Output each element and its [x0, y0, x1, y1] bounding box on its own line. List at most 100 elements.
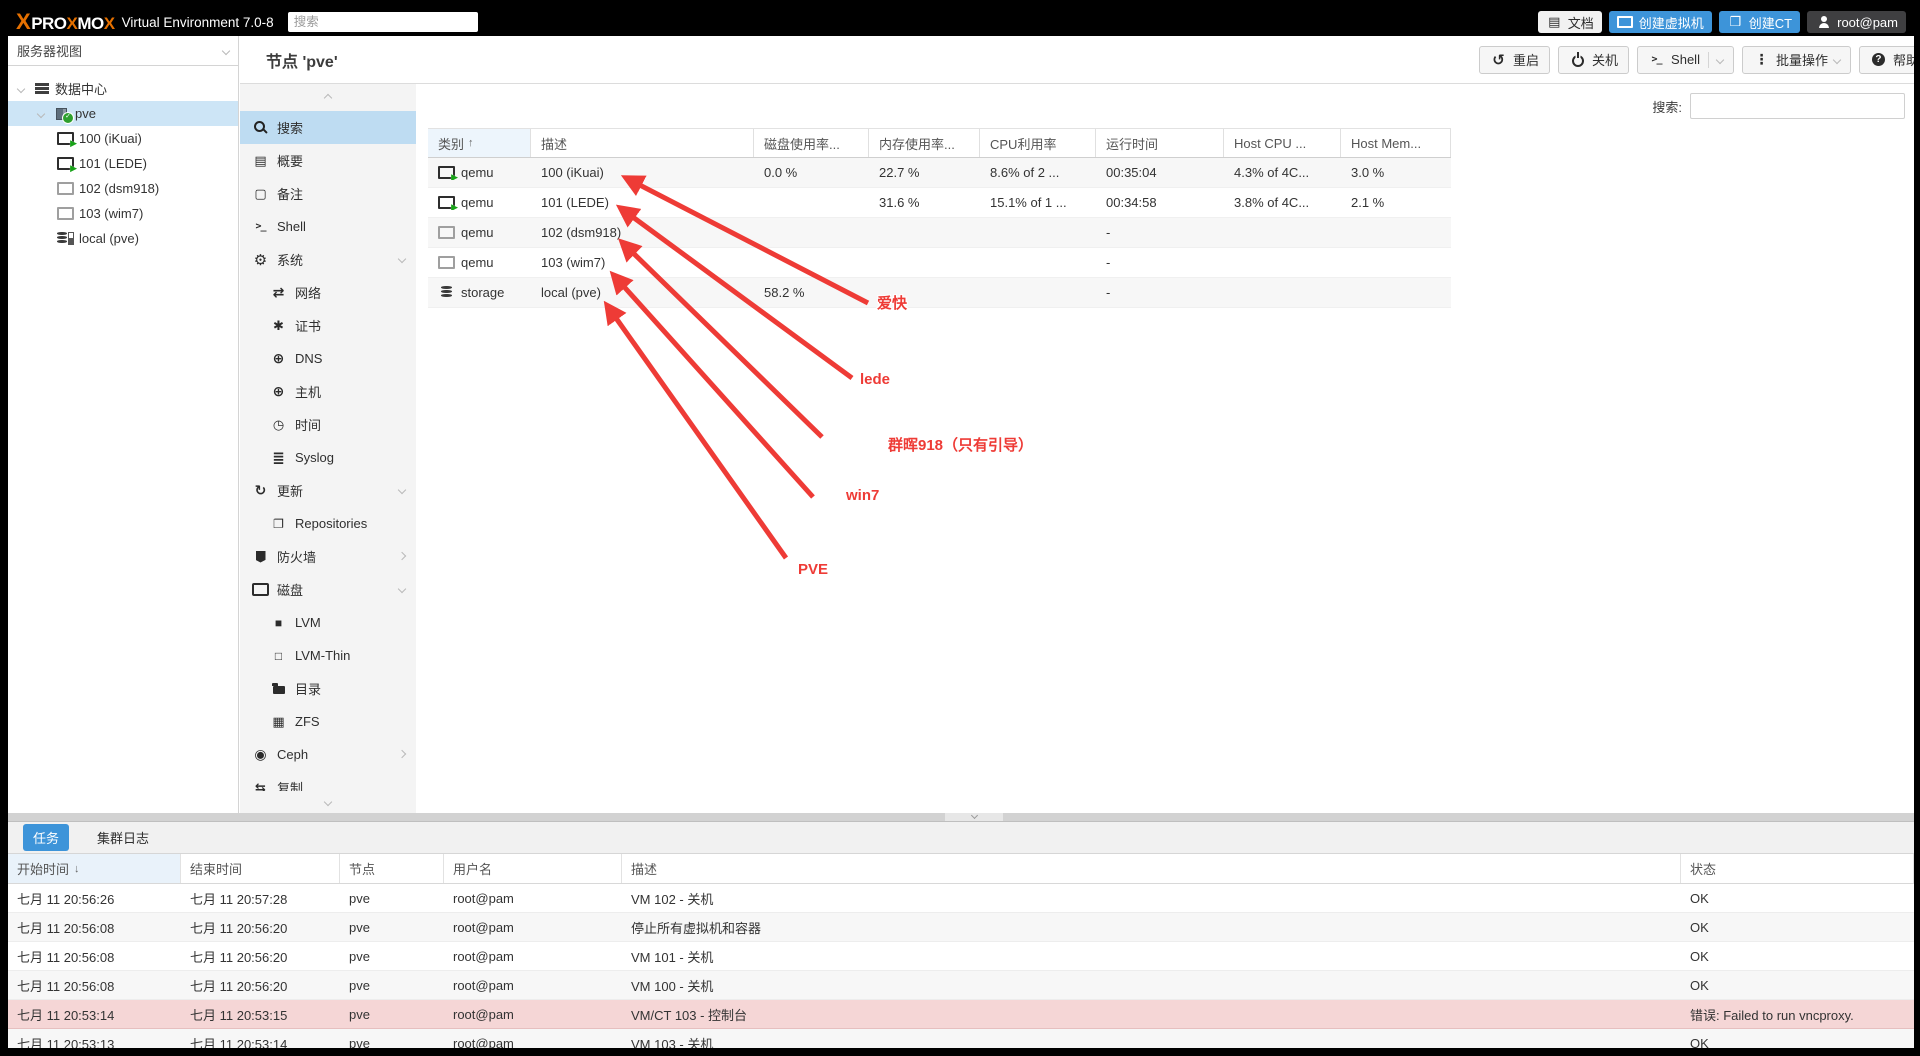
- nav-item-zfs[interactable]: ZFS: [240, 705, 416, 738]
- nav-item-time[interactable]: 时间: [240, 408, 416, 441]
- ceph-icon: [252, 747, 269, 762]
- tree-item-datacenter[interactable]: 数据中心: [8, 76, 238, 101]
- column-header-description[interactable]: 描述: [531, 129, 754, 157]
- globe-icon: [270, 384, 287, 399]
- create-vm-button[interactable]: 创建虚拟机: [1609, 11, 1712, 33]
- create-ct-button[interactable]: 创建CT: [1719, 11, 1800, 33]
- tab-tasks[interactable]: 任务: [23, 824, 69, 851]
- tree-item-vm-101[interactable]: 101 (LEDE): [8, 151, 238, 176]
- user-menu-button[interactable]: root@pam: [1807, 11, 1906, 33]
- column-header-description[interactable]: 描述: [622, 854, 1681, 883]
- table-row-vm-102[interactable]: qemu 102 (dsm918) -: [428, 218, 1451, 248]
- square-filled-icon: [270, 615, 287, 630]
- nav-item-search[interactable]: 搜索: [240, 111, 416, 144]
- datacenter-icon: [33, 81, 50, 96]
- panel-title-bar: 节点 'pve' 重启 关机 Shell 批量操: [240, 36, 1914, 84]
- vm-stopped-icon: [438, 225, 455, 240]
- tree-item-vm-103[interactable]: 103 (wim7): [8, 201, 238, 226]
- certificate-icon: [270, 318, 287, 333]
- task-row[interactable]: 七月 11 20:53:13七月 11 20:53:14pveroot@pamV…: [8, 1029, 1914, 1048]
- folder-icon: [270, 681, 287, 696]
- nav-item-lvm[interactable]: LVM: [240, 606, 416, 639]
- cube-icon: [1727, 15, 1744, 30]
- search-results-area: 搜索: 类别↑ 描述 磁盘使用率... 内存使用率... CPU利用率 运行时间…: [416, 84, 1914, 813]
- shutdown-button[interactable]: 关机: [1558, 46, 1629, 74]
- nav-item-disks[interactable]: 磁盘: [240, 573, 416, 606]
- search-icon: [252, 120, 269, 135]
- task-table-header: 开始时间↓ 结束时间 节点 用户名 描述 状态: [8, 854, 1914, 884]
- column-header-host-cpu[interactable]: Host CPU ...: [1224, 129, 1341, 157]
- splitter-collapse-handle[interactable]: [945, 813, 1003, 821]
- bulk-actions-button[interactable]: 批量操作: [1742, 46, 1851, 74]
- task-row[interactable]: 七月 11 20:56:08七月 11 20:56:20pveroot@pam停…: [8, 913, 1914, 942]
- tree-item-storage-local[interactable]: local (pve): [8, 226, 238, 251]
- view-selector[interactable]: 服务器视图: [8, 36, 238, 66]
- nav-item-syslog[interactable]: Syslog: [240, 441, 416, 474]
- chevron-down-icon[interactable]: [37, 109, 45, 117]
- nav-item-hosts[interactable]: 主机: [240, 375, 416, 408]
- nav-item-notes[interactable]: 备注: [240, 177, 416, 210]
- results-table-header: 类别↑ 描述 磁盘使用率... 内存使用率... CPU利用率 运行时间 Hos…: [428, 128, 1451, 158]
- column-header-status[interactable]: 状态: [1681, 854, 1914, 883]
- column-header-host-mem[interactable]: Host Mem...: [1341, 129, 1451, 157]
- column-header-uptime[interactable]: 运行时间: [1096, 129, 1224, 157]
- resource-tree: 数据中心 pve 100 (iKuai) 101 (LEDE) 102 (dsm…: [8, 66, 238, 251]
- task-row[interactable]: 七月 11 20:56:08七月 11 20:56:20pveroot@pamV…: [8, 942, 1914, 971]
- column-header-end-time[interactable]: 结束时间: [181, 854, 340, 883]
- note-icon: [252, 186, 269, 201]
- shield-icon: [252, 549, 269, 564]
- nav-item-shell[interactable]: Shell: [240, 210, 416, 243]
- tree-item-node-pve[interactable]: pve: [8, 101, 238, 126]
- shell-button[interactable]: Shell: [1637, 46, 1734, 74]
- column-header-type[interactable]: 类别↑: [428, 129, 531, 157]
- nav-item-dns[interactable]: DNS: [240, 342, 416, 375]
- restart-button[interactable]: 重启: [1479, 46, 1550, 74]
- nav-item-updates[interactable]: 更新: [240, 474, 416, 507]
- column-header-node[interactable]: 节点: [340, 854, 444, 883]
- nav-item-summary[interactable]: 概要: [240, 144, 416, 177]
- app-window: XPROXMOX Virtual Environment 7.0-8 文档 创建…: [8, 8, 1914, 1048]
- version-subtitle: Virtual Environment 7.0-8: [122, 15, 274, 30]
- chevron-down-icon[interactable]: [17, 84, 25, 92]
- nav-item-lvm-thin[interactable]: LVM-Thin: [240, 639, 416, 672]
- column-header-start-time[interactable]: 开始时间↓: [8, 854, 181, 883]
- tree-item-vm-102[interactable]: 102 (dsm918): [8, 176, 238, 201]
- nav-item-firewall[interactable]: 防火墙: [240, 540, 416, 573]
- proxmox-logo: XPROXMOX: [16, 9, 115, 35]
- global-search-input[interactable]: [288, 12, 478, 32]
- column-header-mem-usage[interactable]: 内存使用率...: [869, 129, 980, 157]
- tab-cluster-log[interactable]: 集群日志: [97, 828, 149, 847]
- node-nav-menu: 搜索 概要 备注 Shell 系统 网络 证书 DNS 主机 时间 Syslog…: [240, 84, 416, 813]
- documentation-button[interactable]: 文档: [1538, 11, 1602, 33]
- filter-input[interactable]: [1690, 93, 1905, 119]
- help-icon: [1870, 52, 1887, 67]
- scroll-up-icon[interactable]: [324, 93, 332, 101]
- chevron-down-icon: [1833, 55, 1841, 63]
- nav-item-ceph[interactable]: Ceph: [240, 738, 416, 771]
- column-header-disk-usage[interactable]: 磁盘使用率...: [754, 129, 869, 157]
- monitor-icon: [1617, 15, 1634, 30]
- table-row-vm-103[interactable]: qemu 103 (wim7) -: [428, 248, 1451, 278]
- panel-splitter[interactable]: [8, 813, 1914, 821]
- nav-item-network[interactable]: 网络: [240, 276, 416, 309]
- tree-item-vm-100[interactable]: 100 (iKuai): [8, 126, 238, 151]
- column-header-username[interactable]: 用户名: [444, 854, 622, 883]
- task-row[interactable]: 七月 11 20:56:08七月 11 20:56:20pveroot@pamV…: [8, 971, 1914, 1000]
- task-row[interactable]: 七月 11 20:56:26七月 11 20:57:28pveroot@pamV…: [8, 884, 1914, 913]
- task-row-error[interactable]: 七月 11 20:53:14七月 11 20:53:15pveroot@pamV…: [8, 1000, 1914, 1029]
- nav-item-system[interactable]: 系统: [240, 243, 416, 276]
- help-button[interactable]: 帮助: [1859, 46, 1914, 74]
- nav-item-directory[interactable]: 目录: [240, 672, 416, 705]
- table-row-storage-local[interactable]: storage local (pve) 58.2 % -: [428, 278, 1451, 308]
- nav-item-repositories[interactable]: Repositories: [240, 507, 416, 540]
- resource-tree-panel: 服务器视图 数据中心 pve 100 (iKuai) 101 (LEDE): [8, 36, 239, 813]
- column-header-cpu-usage[interactable]: CPU利用率: [980, 129, 1096, 157]
- vm-stopped-icon: [438, 255, 455, 270]
- scroll-down-icon[interactable]: [324, 798, 332, 806]
- table-row-vm-101[interactable]: qemu 101 (LEDE) 31.6 % 15.1% of 1 ... 00…: [428, 188, 1451, 218]
- table-row-vm-100[interactable]: qemu 100 (iKuai) 0.0 % 22.7 % 8.6% of 2 …: [428, 158, 1451, 188]
- page-title: 节点 'pve': [266, 48, 338, 72]
- node-icon: [53, 106, 70, 121]
- vm-running-icon: [438, 165, 455, 180]
- nav-item-certificates[interactable]: 证书: [240, 309, 416, 342]
